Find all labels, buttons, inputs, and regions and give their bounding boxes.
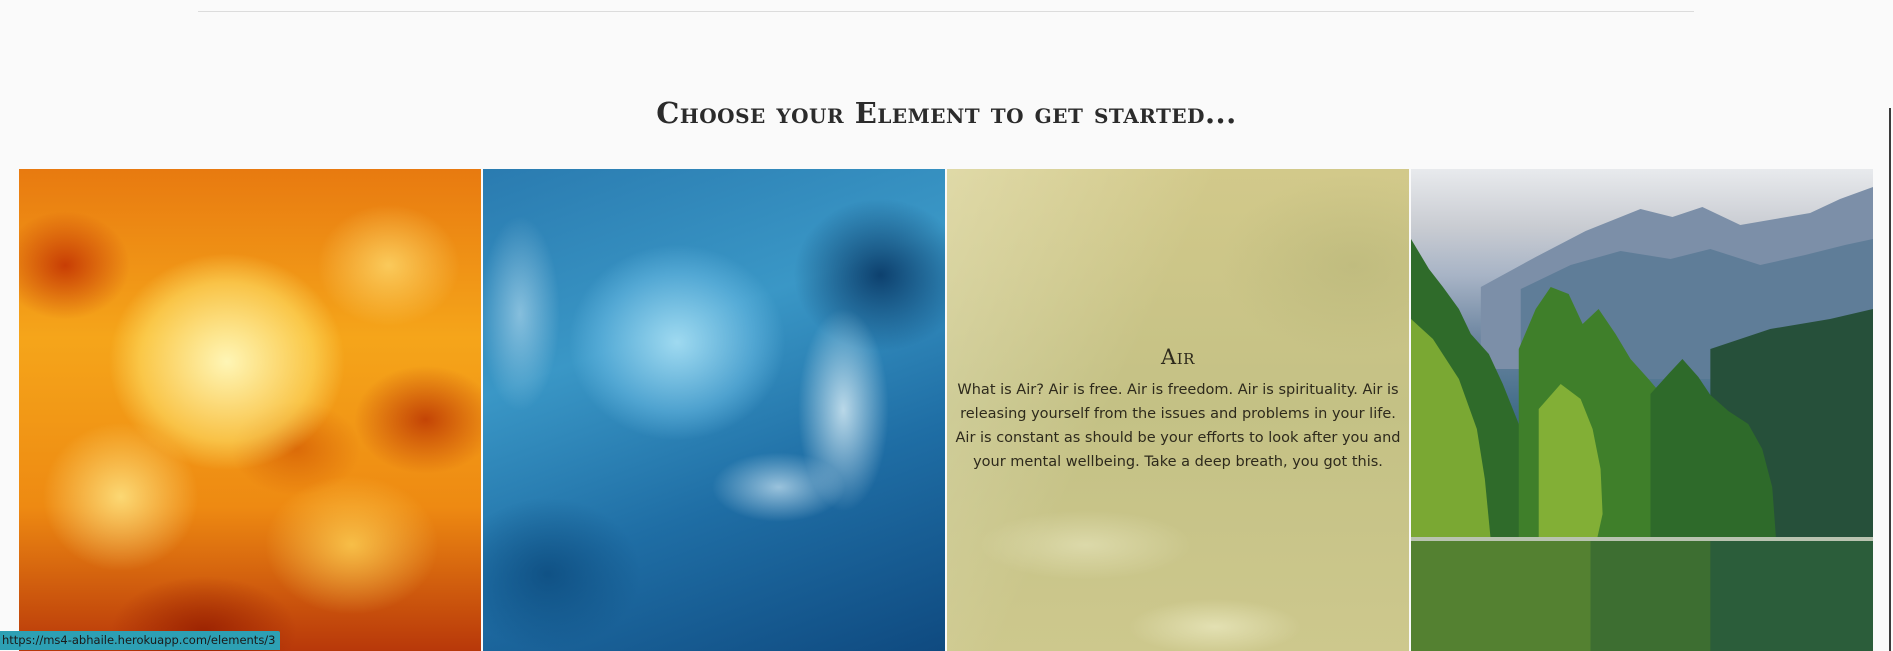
element-cards: Air What is Air? Air is free. Air is fre… (19, 169, 1873, 651)
element-card-fire[interactable] (19, 169, 481, 651)
element-card-earth[interactable] (1411, 169, 1873, 651)
water-image (483, 169, 945, 651)
air-title: Air (1161, 345, 1195, 369)
fire-image (19, 169, 481, 651)
earth-image (1411, 169, 1873, 651)
scrollbar-thumb[interactable] (1889, 108, 1891, 651)
top-divider (198, 11, 1694, 12)
element-card-water[interactable] (483, 169, 945, 651)
air-overlay: Air What is Air? Air is free. Air is fre… (947, 345, 1409, 474)
element-card-air[interactable]: Air What is Air? Air is free. Air is fre… (947, 169, 1409, 651)
earth-landscape (1411, 187, 1873, 651)
air-description: What is Air? Air is free. Air is freedom… (955, 382, 1401, 470)
link-status-bar: https://ms4-abhaile.herokuapp.com/elemen… (0, 631, 280, 650)
page-heading: Choose your Element to get started... (656, 96, 1237, 130)
